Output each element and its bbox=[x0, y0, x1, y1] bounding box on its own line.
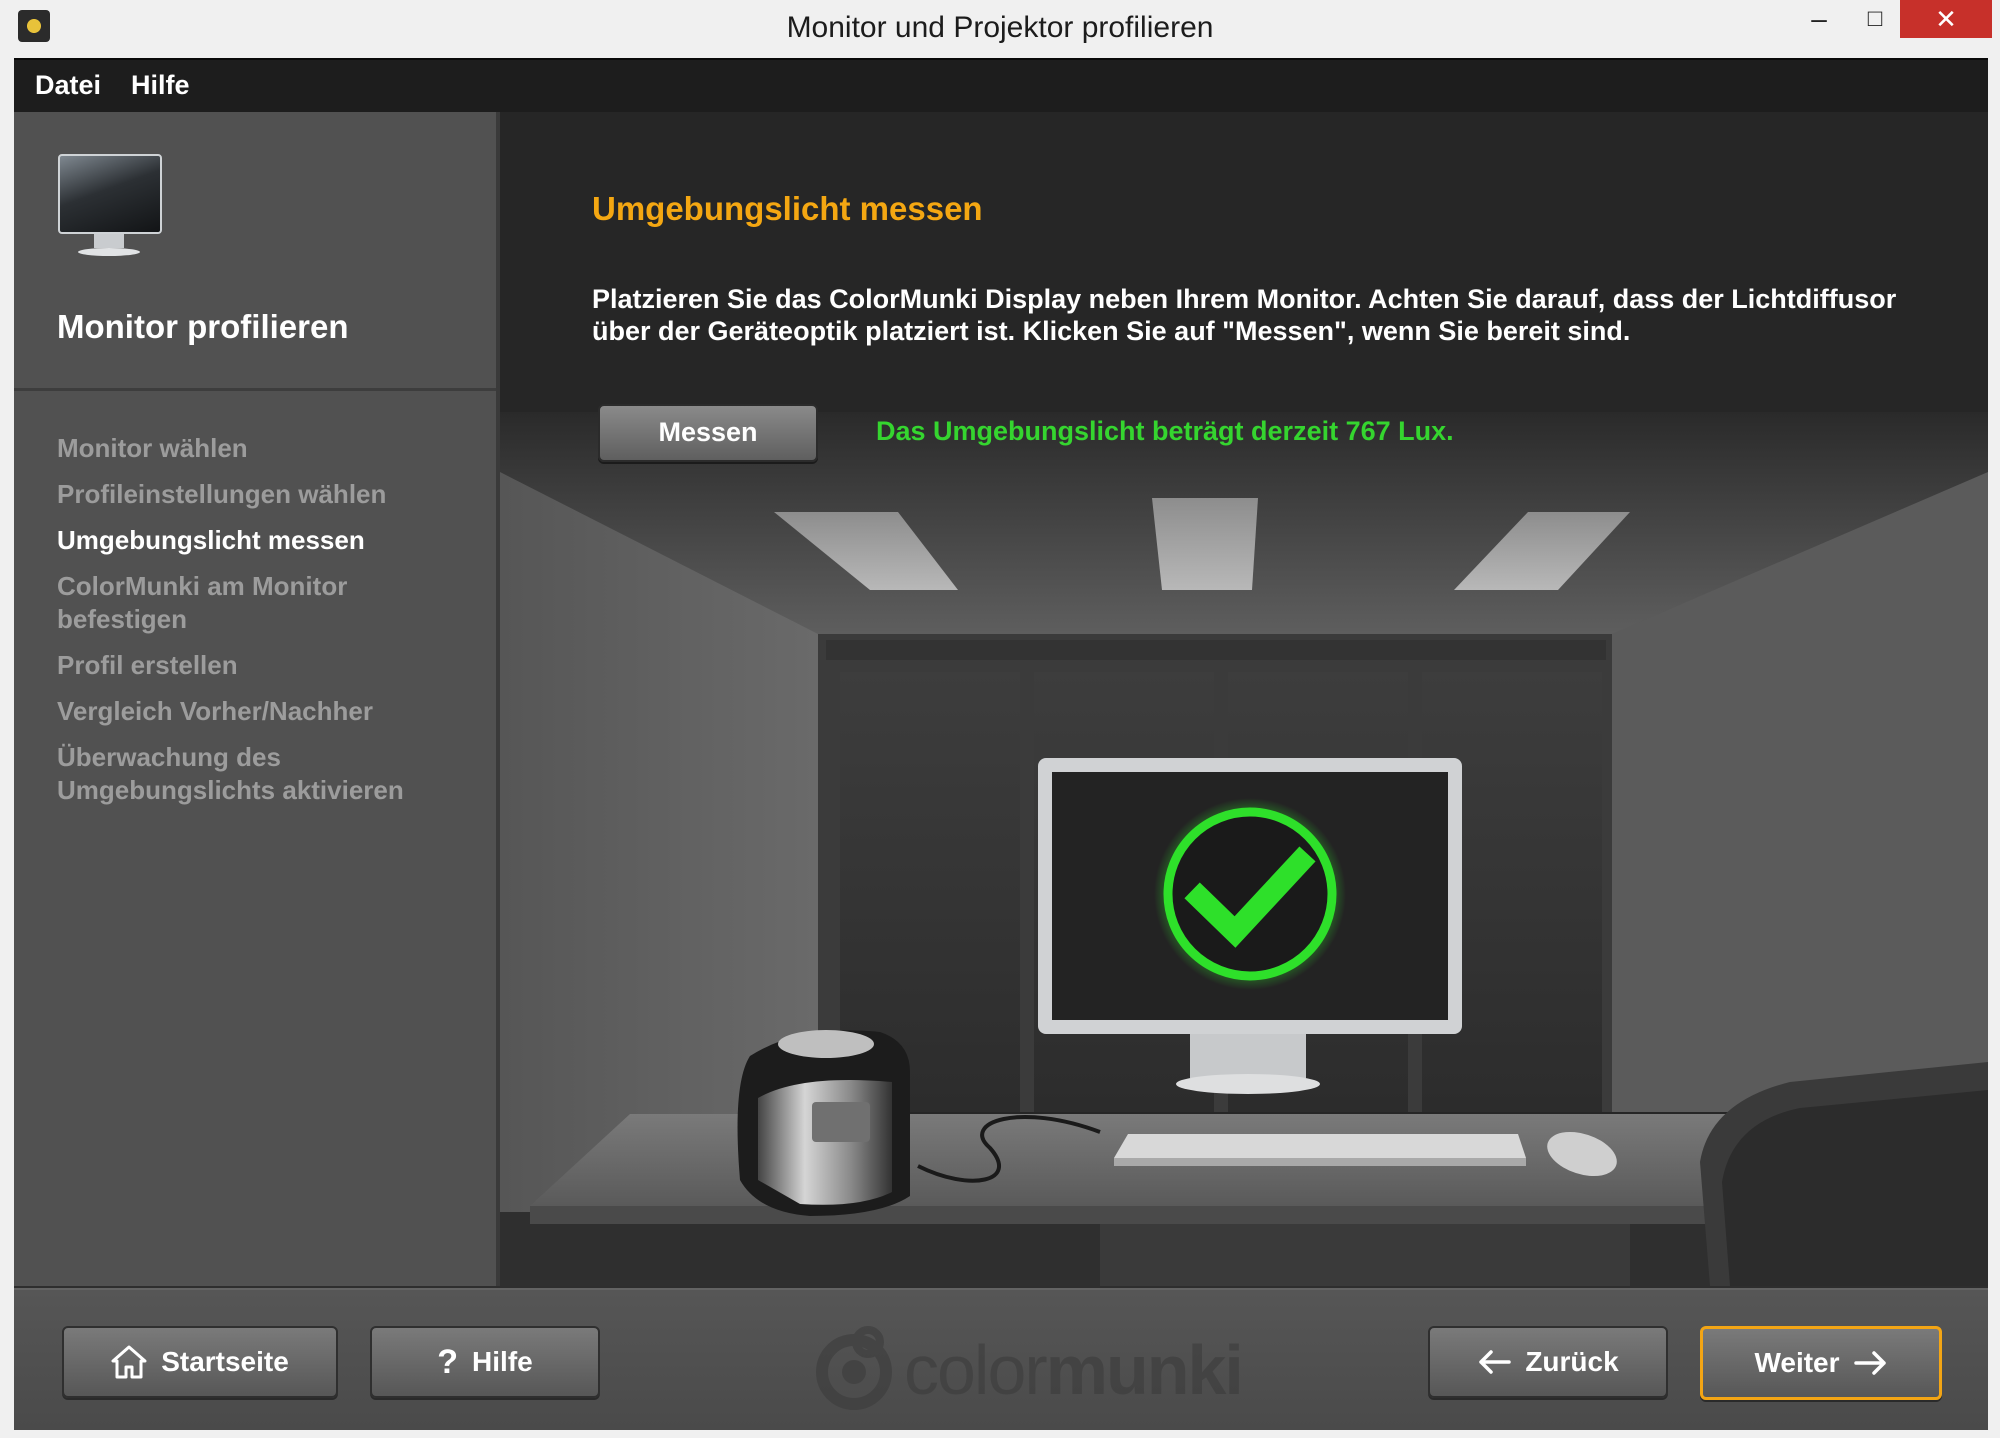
colormunki-logo: colormunki bbox=[804, 1324, 1244, 1416]
next-button-label: Weiter bbox=[1754, 1347, 1840, 1378]
app-window: Datei Hilfe Monitor profilieren Monitor … bbox=[14, 58, 1988, 1430]
help-button[interactable]: ? Hilfe bbox=[370, 1326, 600, 1398]
step-list: Monitor wählen Profileinstellungen wähle… bbox=[57, 432, 487, 820]
back-button[interactable]: Zurück bbox=[1428, 1326, 1668, 1398]
home-button-label: Startseite bbox=[161, 1346, 289, 1377]
step-umgebungslicht-messen: Umgebungslicht messen bbox=[57, 525, 365, 555]
menu-help[interactable]: Hilfe bbox=[131, 70, 190, 101]
footer-bar: Startseite ? Hilfe colormunki Zurück Wei… bbox=[14, 1288, 1988, 1430]
sidebar-header: Monitor profilieren bbox=[14, 112, 496, 391]
close-button[interactable]: ✕ bbox=[1900, 0, 1992, 38]
step-ueberwachung: Überwachung des Umgebungslichts aktivier… bbox=[57, 742, 404, 805]
main-panel: Umgebungslicht messen Platzieren Sie das… bbox=[500, 112, 1988, 1286]
sidebar-title: Monitor profilieren bbox=[57, 308, 349, 345]
menu-file[interactable]: Datei bbox=[35, 70, 101, 101]
instructions-text: Platzieren Sie das ColorMunki Display ne… bbox=[592, 284, 1897, 346]
back-button-label: Zurück bbox=[1525, 1346, 1619, 1377]
maximize-button[interactable]: □ bbox=[1842, 0, 1908, 38]
step-monitor-waehlen: Monitor wählen bbox=[57, 433, 248, 463]
arrow-right-icon bbox=[1853, 1351, 1886, 1375]
help-button-label: Hilfe bbox=[472, 1346, 533, 1377]
arrow-left-icon bbox=[1479, 1350, 1512, 1374]
step-profil-erstellen: Profil erstellen bbox=[57, 650, 238, 680]
window-title: Monitor und Projektor profilieren bbox=[786, 11, 1214, 44]
sidebar: Monitor profilieren Monitor wählen Profi… bbox=[14, 112, 500, 1286]
logo-text-munki: munki bbox=[1045, 1331, 1244, 1409]
ambient-light-status: Das Umgebungslicht beträgt derzeit 767 L… bbox=[876, 416, 1454, 446]
menu-bar: Datei Hilfe bbox=[14, 58, 1988, 112]
step-colormunki-befestigen: ColorMunki am Monitor befestigen bbox=[57, 571, 348, 634]
home-icon bbox=[111, 1345, 147, 1379]
logo-text-color: color bbox=[904, 1331, 1048, 1409]
content-title: Umgebungslicht messen bbox=[592, 190, 983, 227]
step-profileinstellungen: Profileinstellungen wählen bbox=[57, 479, 387, 509]
next-button[interactable]: Weiter bbox=[1700, 1326, 1942, 1400]
step-vergleich: Vergleich Vorher/Nachher bbox=[57, 696, 373, 726]
measure-button[interactable]: Messen bbox=[598, 404, 818, 462]
monitor-icon bbox=[58, 154, 162, 272]
home-button[interactable]: Startseite bbox=[62, 1326, 338, 1398]
question-icon: ? bbox=[437, 1342, 459, 1381]
window-titlebar: Monitor und Projektor profilieren – □ ✕ bbox=[0, 0, 2000, 58]
colormunki-logo-icon bbox=[816, 1326, 892, 1410]
